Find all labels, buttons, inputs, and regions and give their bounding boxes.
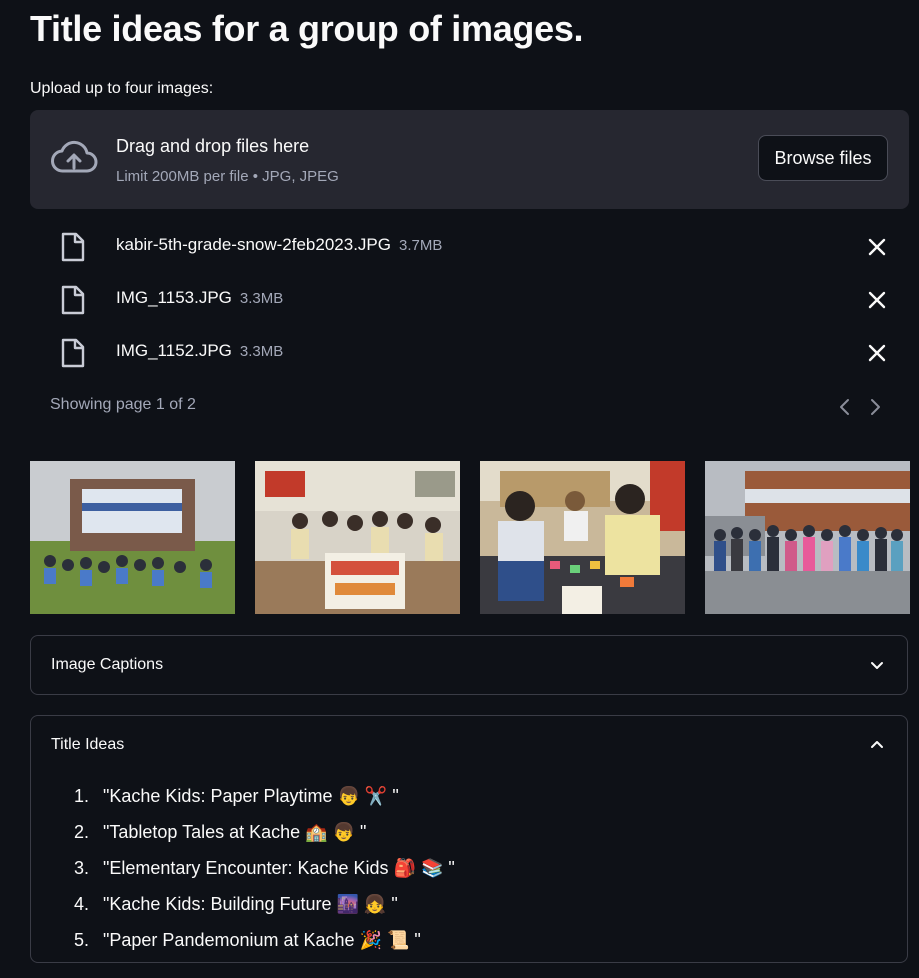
uploaded-file-row: IMG_1152.JPG 3.3MB <box>58 332 898 372</box>
chevron-down-icon[interactable] <box>869 657 885 673</box>
list-item: 1. "Kache Kids: Paper Playtime 👦 ✂️ " <box>73 786 399 806</box>
file-name: kabir-5th-grade-snow-2feb2023.JPG <box>116 235 391 254</box>
image-thumbnail-3 <box>480 461 685 614</box>
chevron-right-icon[interactable] <box>867 397 883 417</box>
title-ideas-expander[interactable]: Title Ideas 1. "Kache Kids: Paper Playtim… <box>30 715 908 963</box>
page-title: Title ideas for a group of images. <box>30 8 584 49</box>
file-size: 3.3MB <box>239 343 284 360</box>
file-name: IMG_1153.JPG <box>116 288 232 307</box>
remove-file-icon[interactable] <box>866 236 888 258</box>
pagination-status: Showing page 1 of 2 <box>50 396 196 413</box>
file-name: IMG_1152.JPG <box>116 341 232 360</box>
file-size: 3.7MB <box>398 237 443 254</box>
upload-limit-text: Limit 200MB per file • JPG, JPEG <box>116 168 339 185</box>
title-idea-text: "Paper Pandemonium at Kache 🎉 📜 " <box>103 930 421 950</box>
file-dropzone[interactable]: Drag and drop files here Limit 200MB per… <box>30 110 909 209</box>
uploaded-file-row: kabir-5th-grade-snow-2feb2023.JPG 3.7MB <box>58 226 898 266</box>
file-icon <box>61 232 85 262</box>
upload-label: Upload up to four images: <box>30 80 214 97</box>
uploaded-file-row: IMG_1153.JPG 3.3MB <box>58 279 898 319</box>
list-item: 2. "Tabletop Tales at Kache 🏫 👦 " <box>73 822 367 842</box>
browse-files-button[interactable]: Browse files <box>758 135 888 181</box>
remove-file-icon[interactable] <box>866 289 888 311</box>
list-item: 5. "Paper Pandemonium at Kache 🎉 📜 " <box>73 930 421 950</box>
list-item: 4. "Kache Kids: Building Future 🌆 👧 " <box>73 894 398 914</box>
title-idea-text: "Kache Kids: Paper Playtime 👦 ✂️ " <box>103 786 399 806</box>
drop-instruction: Drag and drop files here <box>116 136 310 156</box>
chevron-left-icon[interactable] <box>837 397 853 417</box>
title-idea-text: "Tabletop Tales at Kache 🏫 👦 " <box>103 822 367 842</box>
title-idea-text: "Kache Kids: Building Future 🌆 👧 " <box>103 894 398 914</box>
title-ideas-list: 1. "Kache Kids: Paper Playtime 👦 ✂️ " 2. "… <box>59 786 455 966</box>
file-icon <box>61 285 85 315</box>
image-thumbnail-1 <box>30 461 235 614</box>
file-icon <box>61 338 85 368</box>
list-item: 3. "Elementary Encounter: Kache Kids 🎒 📚 … <box>73 858 455 878</box>
image-thumbnail-2 <box>255 461 460 614</box>
chevron-up-icon[interactable] <box>869 737 885 753</box>
image-captions-expander[interactable]: Image Captions <box>30 635 908 695</box>
cloud-upload-icon <box>51 140 98 173</box>
image-thumbnail-4 <box>705 461 910 614</box>
remove-file-icon[interactable] <box>866 342 888 364</box>
file-size: 3.3MB <box>239 290 284 307</box>
expander-label: Title Ideas <box>51 736 125 753</box>
expander-label: Image Captions <box>51 656 164 673</box>
title-idea-text: "Elementary Encounter: Kache Kids 🎒 📚 " <box>103 858 455 878</box>
